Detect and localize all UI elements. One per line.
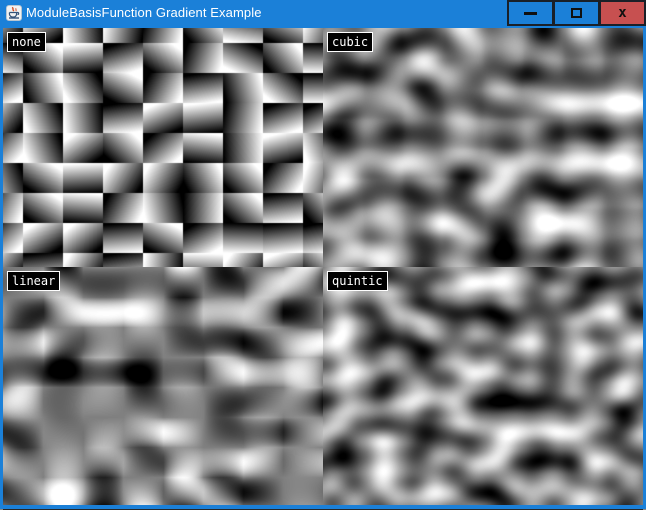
panel-label-linear: linear: [7, 271, 60, 291]
window-controls: x: [507, 0, 646, 26]
panel-none: none: [3, 28, 323, 267]
panel-linear: linear: [3, 267, 323, 505]
panel-label-cubic: cubic: [327, 32, 373, 52]
close-icon: x: [618, 6, 626, 20]
panel-label-none: none: [7, 32, 46, 52]
maximize-icon: [571, 8, 582, 18]
app-window: ModuleBasisFunction Gradient Example x n…: [0, 0, 646, 509]
maximize-button[interactable]: [553, 0, 600, 26]
window-bottom-border: [3, 505, 643, 510]
noise-canvas-none: [3, 28, 323, 267]
noise-canvas-linear: [3, 267, 323, 505]
minimize-button[interactable]: [507, 0, 554, 26]
noise-canvas-cubic: [323, 28, 643, 267]
minimize-icon: [524, 12, 537, 15]
noise-canvas-quintic: [323, 267, 643, 505]
panel-label-quintic: quintic: [327, 271, 388, 291]
java-coffee-cup-icon: [6, 5, 22, 21]
titlebar[interactable]: ModuleBasisFunction Gradient Example x: [3, 0, 643, 28]
window-title: ModuleBasisFunction Gradient Example: [26, 0, 262, 26]
panel-quintic: quintic: [323, 267, 643, 505]
render-area: none cubic linear quintic: [3, 28, 643, 505]
panel-cubic: cubic: [323, 28, 643, 267]
close-button[interactable]: x: [599, 0, 646, 26]
